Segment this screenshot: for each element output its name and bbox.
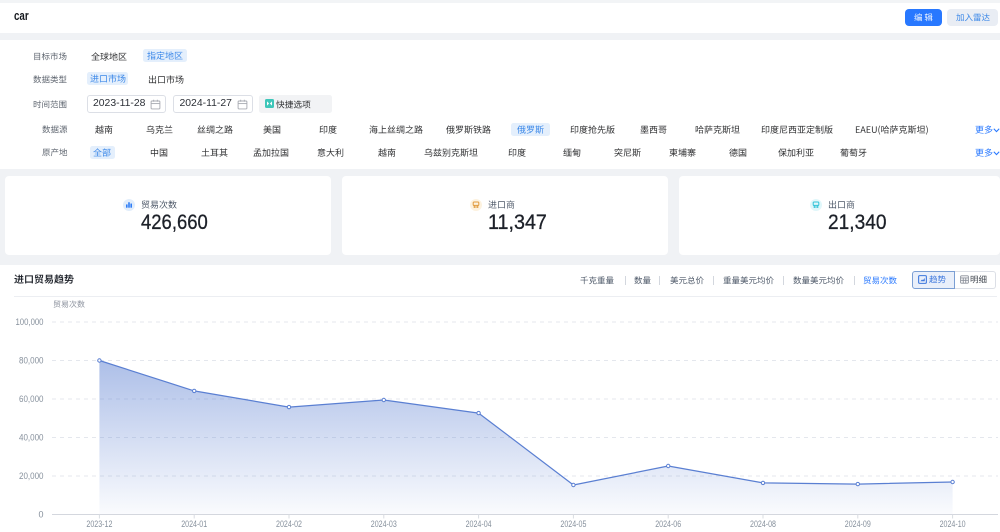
svg-text:0: 0 <box>39 510 44 520</box>
svg-text:2024-04: 2024-04 <box>466 519 492 529</box>
svg-text:80,000: 80,000 <box>19 356 44 366</box>
svg-text:2024-05: 2024-05 <box>560 519 586 529</box>
svg-text:2024-03: 2024-03 <box>371 519 397 529</box>
svg-text:40,000: 40,000 <box>19 433 44 443</box>
svg-text:2023-12: 2023-12 <box>86 519 112 529</box>
svg-text:2024-02: 2024-02 <box>276 519 302 529</box>
svg-text:100,000: 100,000 <box>16 317 44 327</box>
svg-text:2024-10: 2024-10 <box>940 519 966 529</box>
svg-text:60,000: 60,000 <box>19 394 44 404</box>
svg-text:2024-06: 2024-06 <box>655 519 681 529</box>
svg-text:2024-09: 2024-09 <box>845 519 871 529</box>
svg-text:2024-08: 2024-08 <box>750 519 776 529</box>
svg-text:2024-01: 2024-01 <box>181 519 207 529</box>
svg-text:20,000: 20,000 <box>19 471 44 481</box>
